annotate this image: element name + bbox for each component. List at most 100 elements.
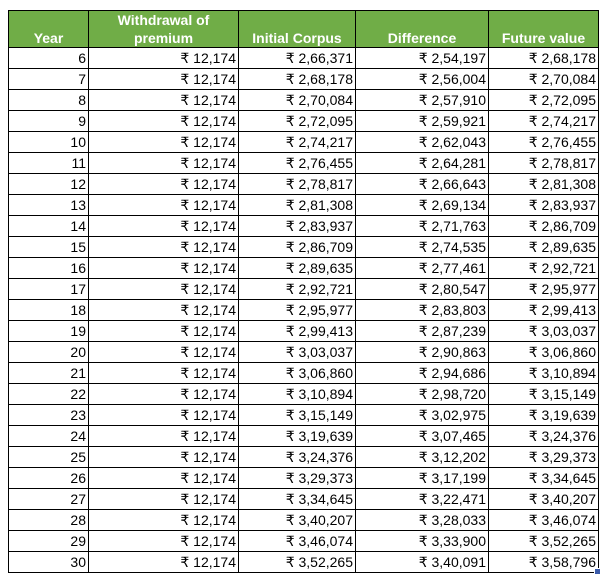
future-value-cell[interactable]: ₹ 2,78,817: [488, 152, 599, 174]
future-value-cell[interactable]: ₹ 2,76,455: [488, 131, 599, 153]
initial-corpus-cell[interactable]: ₹ 2,78,817: [238, 173, 356, 195]
withdrawal-cell[interactable]: ₹ 12,174: [88, 173, 239, 195]
year-cell[interactable]: 28: [8, 509, 89, 531]
year-cell[interactable]: 8: [8, 89, 89, 111]
year-cell[interactable]: 25: [8, 446, 89, 468]
future-value-cell[interactable]: ₹ 3,58,796: [488, 551, 601, 575]
initial-corpus-cell[interactable]: ₹ 3,52,265: [238, 551, 356, 573]
difference-cell[interactable]: ₹ 3,22,471: [355, 488, 489, 510]
year-cell[interactable]: 12: [8, 173, 89, 195]
initial-corpus-cell[interactable]: ₹ 2,76,455: [238, 152, 356, 174]
year-cell[interactable]: 13: [8, 194, 89, 216]
year-cell[interactable]: 6: [8, 47, 89, 69]
future-value-cell[interactable]: ₹ 3,40,207: [488, 488, 599, 510]
initial-corpus-cell[interactable]: ₹ 3,24,376: [238, 446, 356, 468]
year-cell[interactable]: 22: [8, 383, 89, 405]
withdrawal-cell[interactable]: ₹ 12,174: [88, 467, 239, 489]
difference-cell[interactable]: ₹ 2,87,239: [355, 320, 489, 342]
header-future-value[interactable]: Future value: [488, 10, 599, 48]
initial-corpus-cell[interactable]: ₹ 3,19,639: [238, 425, 356, 447]
initial-corpus-cell[interactable]: ₹ 2,66,371: [238, 47, 356, 69]
year-cell[interactable]: 10: [8, 131, 89, 153]
withdrawal-cell[interactable]: ₹ 12,174: [88, 194, 239, 216]
header-difference[interactable]: Difference: [355, 10, 489, 48]
future-value-cell[interactable]: ₹ 2,92,721: [488, 257, 599, 279]
difference-cell[interactable]: ₹ 2,74,535: [355, 236, 489, 258]
year-cell[interactable]: 16: [8, 257, 89, 279]
difference-cell[interactable]: ₹ 2,54,197: [355, 47, 489, 69]
year-cell[interactable]: 20: [8, 341, 89, 363]
initial-corpus-cell[interactable]: ₹ 3,40,207: [238, 509, 356, 531]
future-value-cell[interactable]: ₹ 2,99,413: [488, 299, 599, 321]
initial-corpus-cell[interactable]: ₹ 2,95,977: [238, 299, 356, 321]
year-cell[interactable]: 14: [8, 215, 89, 237]
withdrawal-cell[interactable]: ₹ 12,174: [88, 383, 239, 405]
difference-cell[interactable]: ₹ 3,07,465: [355, 425, 489, 447]
initial-corpus-cell[interactable]: ₹ 3,06,860: [238, 362, 356, 384]
initial-corpus-cell[interactable]: ₹ 3,15,149: [238, 404, 356, 426]
future-value-cell[interactable]: ₹ 2,89,635: [488, 236, 599, 258]
difference-cell[interactable]: ₹ 3,12,202: [355, 446, 489, 468]
header-year[interactable]: Year: [8, 10, 89, 48]
withdrawal-cell[interactable]: ₹ 12,174: [88, 425, 239, 447]
difference-cell[interactable]: ₹ 2,59,921: [355, 110, 489, 132]
future-value-cell[interactable]: ₹ 3,46,074: [488, 509, 599, 531]
difference-cell[interactable]: ₹ 2,83,803: [355, 299, 489, 321]
future-value-cell[interactable]: ₹ 2,68,178: [488, 47, 599, 69]
withdrawal-cell[interactable]: ₹ 12,174: [88, 236, 239, 258]
difference-cell[interactable]: ₹ 3,40,091: [355, 551, 489, 573]
header-withdrawal[interactable]: Withdrawal of premium: [88, 10, 239, 48]
initial-corpus-cell[interactable]: ₹ 2,72,095: [238, 110, 356, 132]
year-cell[interactable]: 23: [8, 404, 89, 426]
year-cell[interactable]: 11: [8, 152, 89, 174]
difference-cell[interactable]: ₹ 2,56,004: [355, 68, 489, 90]
future-value-cell[interactable]: ₹ 2,86,709: [488, 215, 599, 237]
future-value-cell[interactable]: ₹ 2,83,937: [488, 194, 599, 216]
initial-corpus-cell[interactable]: ₹ 3,03,037: [238, 341, 356, 363]
withdrawal-cell[interactable]: ₹ 12,174: [88, 320, 239, 342]
year-cell[interactable]: 19: [8, 320, 89, 342]
withdrawal-cell[interactable]: ₹ 12,174: [88, 299, 239, 321]
difference-cell[interactable]: ₹ 3,02,975: [355, 404, 489, 426]
future-value-cell[interactable]: ₹ 3,34,645: [488, 467, 599, 489]
withdrawal-cell[interactable]: ₹ 12,174: [88, 110, 239, 132]
withdrawal-cell[interactable]: ₹ 12,174: [88, 488, 239, 510]
future-value-cell[interactable]: ₹ 3,06,860: [488, 341, 599, 363]
initial-corpus-cell[interactable]: ₹ 3,29,373: [238, 467, 356, 489]
future-value-cell[interactable]: ₹ 3,15,149: [488, 383, 599, 405]
difference-cell[interactable]: ₹ 3,28,033: [355, 509, 489, 531]
difference-cell[interactable]: ₹ 2,62,043: [355, 131, 489, 153]
year-cell[interactable]: 24: [8, 425, 89, 447]
future-value-cell[interactable]: ₹ 3,24,376: [488, 425, 599, 447]
year-cell[interactable]: 17: [8, 278, 89, 300]
year-cell[interactable]: 27: [8, 488, 89, 510]
initial-corpus-cell[interactable]: ₹ 2,70,084: [238, 89, 356, 111]
year-cell[interactable]: 30: [8, 551, 89, 573]
initial-corpus-cell[interactable]: ₹ 3,46,074: [238, 530, 356, 552]
withdrawal-cell[interactable]: ₹ 12,174: [88, 89, 239, 111]
withdrawal-cell[interactable]: ₹ 12,174: [88, 68, 239, 90]
future-value-cell[interactable]: ₹ 2,74,217: [488, 110, 599, 132]
initial-corpus-cell[interactable]: ₹ 2,99,413: [238, 320, 356, 342]
withdrawal-cell[interactable]: ₹ 12,174: [88, 215, 239, 237]
fill-handle[interactable]: [594, 568, 601, 575]
withdrawal-cell[interactable]: ₹ 12,174: [88, 404, 239, 426]
withdrawal-cell[interactable]: ₹ 12,174: [88, 446, 239, 468]
difference-cell[interactable]: ₹ 3,33,900: [355, 530, 489, 552]
withdrawal-cell[interactable]: ₹ 12,174: [88, 530, 239, 552]
difference-cell[interactable]: ₹ 2,80,547: [355, 278, 489, 300]
future-value-cell[interactable]: ₹ 2,72,095: [488, 89, 599, 111]
future-value-cell[interactable]: ₹ 2,70,084: [488, 68, 599, 90]
withdrawal-cell[interactable]: ₹ 12,174: [88, 509, 239, 531]
future-value-cell[interactable]: ₹ 2,81,308: [488, 173, 599, 195]
withdrawal-cell[interactable]: ₹ 12,174: [88, 362, 239, 384]
future-value-cell[interactable]: ₹ 2,95,977: [488, 278, 599, 300]
initial-corpus-cell[interactable]: ₹ 2,81,308: [238, 194, 356, 216]
withdrawal-cell[interactable]: ₹ 12,174: [88, 47, 239, 69]
difference-cell[interactable]: ₹ 2,57,910: [355, 89, 489, 111]
initial-corpus-cell[interactable]: ₹ 2,74,217: [238, 131, 356, 153]
year-cell[interactable]: 21: [8, 362, 89, 384]
year-cell[interactable]: 7: [8, 68, 89, 90]
difference-cell[interactable]: ₹ 2,69,134: [355, 194, 489, 216]
difference-cell[interactable]: ₹ 2,77,461: [355, 257, 489, 279]
